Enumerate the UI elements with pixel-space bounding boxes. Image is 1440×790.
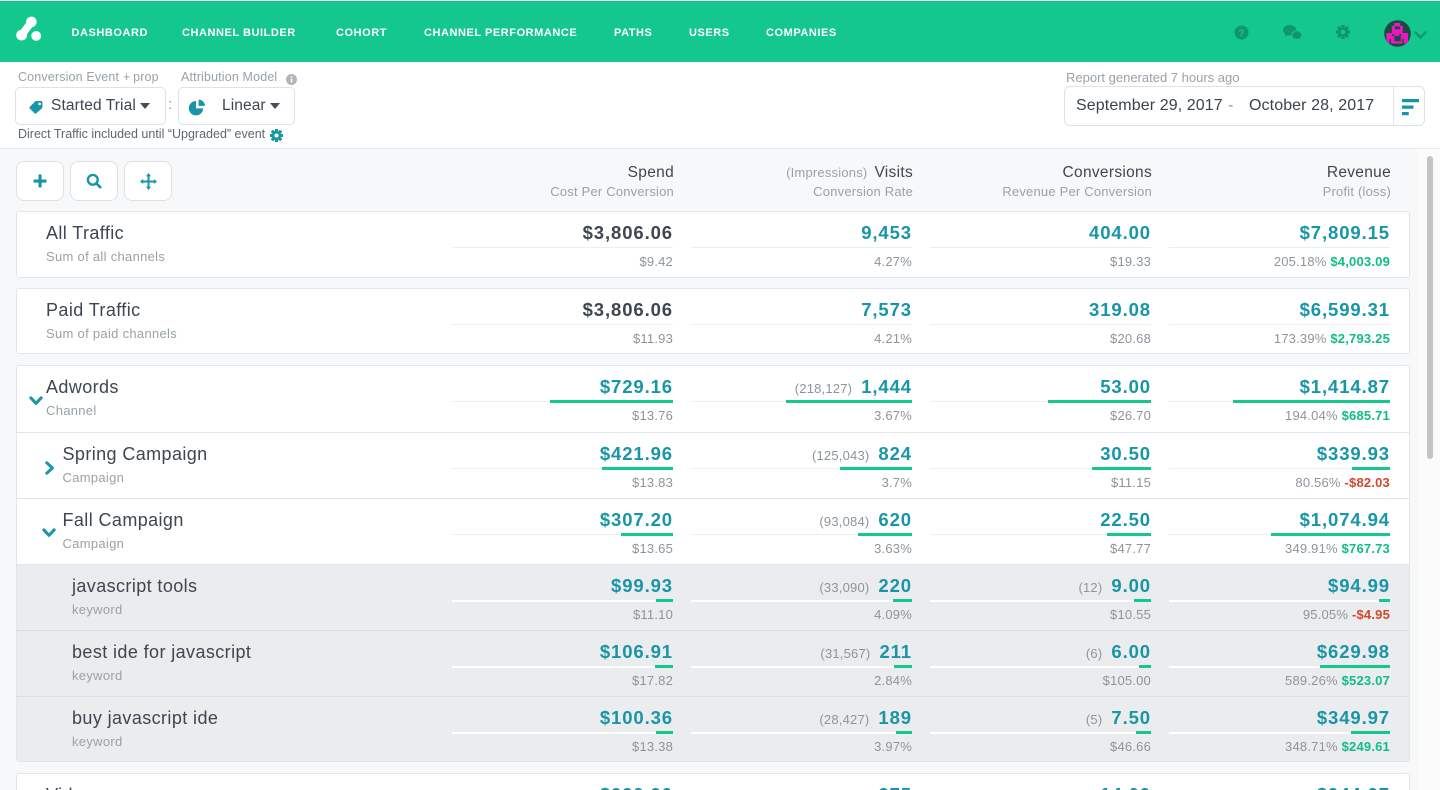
svg-text:?: ?	[1238, 27, 1244, 39]
